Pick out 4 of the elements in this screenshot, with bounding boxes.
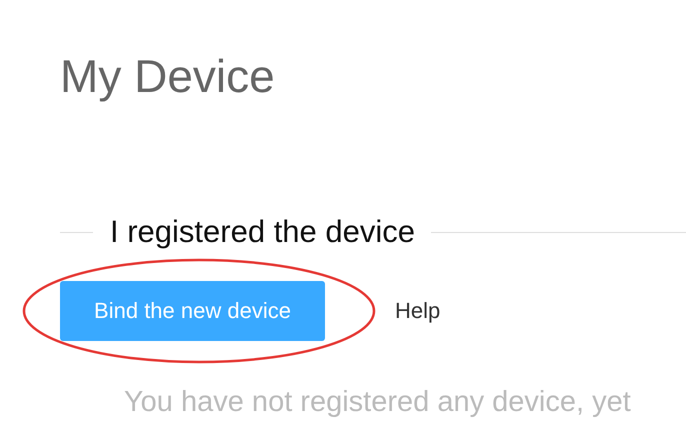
- empty-message: You have not registered any device, yet: [124, 385, 632, 419]
- page-title: My Device: [60, 49, 276, 104]
- help-link[interactable]: Help: [395, 298, 440, 324]
- section-heading: I registered the device: [110, 213, 416, 251]
